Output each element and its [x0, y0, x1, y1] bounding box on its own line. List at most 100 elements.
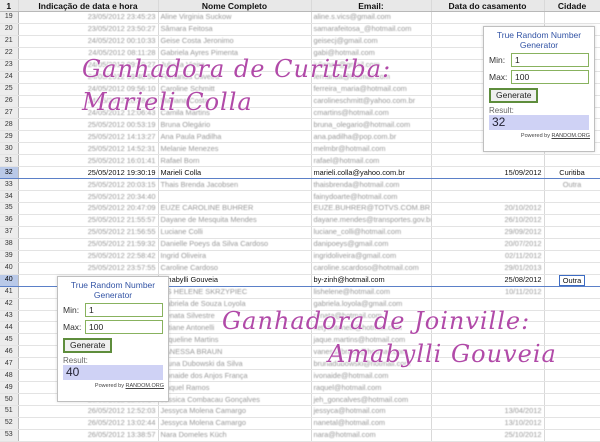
row-number[interactable]: 28	[0, 118, 19, 132]
cell-email[interactable]: by-zinh@hotmail.com	[311, 273, 432, 287]
cell-wedding-date[interactable]	[431, 190, 545, 203]
row-number[interactable]: 21	[0, 35, 19, 48]
cell-name[interactable]: Bruna Dubowski da Silva	[158, 357, 312, 371]
cell-email[interactable]: ana.padilha@pop.com.br	[311, 130, 432, 144]
selected-cell-outline[interactable]: Outra	[558, 275, 586, 286]
row-number[interactable]: 29	[0, 130, 19, 144]
cell-name[interactable]: Jessyca Molena Camargo	[158, 417, 312, 430]
cell-wedding-date[interactable]	[431, 381, 545, 395]
row-number[interactable]: 37	[0, 226, 19, 239]
table-row[interactable]: 34 25/05/2012 20:34:40 fainydoarte@hotmail…	[0, 190, 600, 203]
cell-name[interactable]: LIS HELENE SKRZYPIEC	[158, 286, 312, 299]
cell-timestamp[interactable]: 25/05/2012 23:57:55	[18, 262, 159, 275]
cell-wedding-date[interactable]: 20/10/2012	[431, 202, 545, 215]
cell-city[interactable]	[544, 226, 600, 239]
row-number[interactable]: 25	[0, 83, 19, 96]
cell-wedding-date[interactable]	[431, 154, 545, 168]
table-row[interactable]: 33 25/05/2012 20:03:15 Thais Brenda Jacobs…	[0, 178, 600, 192]
table-row[interactable]: 53 26/05/2012 13:38:57 Nara Domeles Küch na…	[0, 429, 600, 442]
cell-timestamp[interactable]: 25/05/2012 20:47:09	[18, 202, 159, 215]
cell-email[interactable]: fainydoarte@hotmail.com	[311, 190, 432, 203]
cell-name[interactable]: Dayane de Mesquita Mendes	[158, 214, 312, 227]
cell-name[interactable]: EUZE CAROLINE BUHRER	[158, 202, 312, 215]
row-number[interactable]: 46	[0, 345, 19, 359]
cell-wedding-date[interactable]: 02/11/2012	[431, 250, 545, 263]
cell-city[interactable]	[544, 202, 600, 215]
cell-email[interactable]: thaisbrenda@hotmail.com	[311, 178, 432, 192]
rng-generate-button[interactable]: Generate	[489, 88, 539, 103]
cell-city[interactable]	[544, 154, 600, 168]
cell-email[interactable]: melmbr@hotmail.com	[311, 142, 432, 156]
row-number[interactable]: 52	[0, 417, 19, 430]
cell-email[interactable]: ingridoliveira@gmail.com	[311, 250, 432, 263]
cell-timestamp[interactable]: 25/05/2012 22:58:42	[18, 250, 159, 263]
row-number[interactable]: 23	[0, 59, 19, 72]
cell-wedding-date[interactable]	[431, 11, 545, 24]
table-row[interactable]: 38 25/05/2012 21:59:32 Danielle Poeys da S…	[0, 238, 600, 251]
row-number[interactable]: 47	[0, 357, 19, 371]
cell-city[interactable]	[544, 250, 600, 263]
cell-city[interactable]	[544, 405, 600, 418]
cell-email[interactable]: ferreira_maria@hotmail.com	[311, 83, 432, 96]
cell-wedding-date[interactable]: 25/10/2012	[431, 429, 545, 442]
row-number[interactable]: 27	[0, 107, 19, 120]
cell-city[interactable]: Curitiba	[544, 166, 600, 180]
cell-city[interactable]	[544, 417, 600, 430]
row-number[interactable]: 43	[0, 310, 19, 323]
cell-name[interactable]: Rafael Born	[158, 154, 312, 168]
table-row[interactable]: 39 25/05/2012 22:58:42 Ingrid Oliveira ingr…	[0, 250, 600, 263]
cell-city[interactable]	[544, 214, 600, 227]
row-number[interactable]: 48	[0, 369, 19, 383]
column-header-email[interactable]: Email:	[311, 0, 432, 12]
row-number[interactable]: 49	[0, 381, 19, 395]
cell-timestamp[interactable]: 26/05/2012 13:02:44	[18, 417, 159, 430]
cell-name[interactable]: Caroline Cardoso	[158, 262, 312, 275]
cell-timestamp[interactable]: 23/05/2012 23:50:27	[18, 23, 159, 36]
cell-name[interactable]: Ivonaide dos Anjos França	[158, 369, 312, 383]
cell-city[interactable]	[544, 321, 600, 335]
cell-name[interactable]: Jessica Combacau Gonçalves	[158, 393, 312, 406]
row-number[interactable]: 36	[0, 214, 19, 227]
cell-email[interactable]: danipoeys@gmail.com	[311, 238, 432, 251]
rng-powered-link[interactable]: RANDOM.ORG	[126, 383, 165, 389]
cell-email[interactable]: dayane.mendes@transportes.gov.br	[311, 214, 432, 227]
cell-wedding-date[interactable]	[431, 178, 545, 192]
cell-city[interactable]	[544, 393, 600, 406]
cell-timestamp[interactable]: 25/05/2012 21:55:57	[18, 214, 159, 227]
cell-city[interactable]	[544, 298, 600, 311]
cell-name[interactable]: Aline Virginia Suckow	[158, 11, 312, 24]
row-number[interactable]: 44	[0, 321, 19, 335]
row-number[interactable]: 24	[0, 71, 19, 84]
cell-timestamp[interactable]: 23/05/2012 23:45:23	[18, 11, 159, 24]
rng-max-input[interactable]: 100	[85, 320, 163, 334]
cell-name[interactable]: Jessyca Molena Camargo	[158, 405, 312, 418]
cell-email[interactable]: cmartins@hotmail.com	[311, 107, 432, 120]
cell-name[interactable]: Raquel Ramos	[158, 381, 312, 395]
cell-name[interactable]: Amabylli Gouveia	[158, 273, 312, 287]
row-number[interactable]: 41	[0, 286, 19, 299]
cell-timestamp[interactable]: 24/05/2012 00:10:33	[18, 35, 159, 48]
table-row[interactable]: 19 23/05/2012 23:45:23 Aline Virginia Suck…	[0, 11, 600, 24]
cell-email[interactable]: aline.s.vics@gmail.com	[311, 11, 432, 24]
cell-email[interactable]: rafael@hotmail.com	[311, 154, 432, 168]
cell-city[interactable]	[544, 190, 600, 203]
row-number[interactable]: 35	[0, 202, 19, 215]
row-number[interactable]: 34	[0, 190, 19, 203]
row-number[interactable]: 42	[0, 298, 19, 311]
cell-timestamp[interactable]: 25/05/2012 20:34:40	[18, 190, 159, 203]
row-number[interactable]: 53	[0, 429, 19, 442]
rng-max-input[interactable]: 100	[511, 70, 589, 84]
cell-name[interactable]: Ingrid Oliveira	[158, 250, 312, 263]
cell-email[interactable]: luciane_colli@hotmail.com	[311, 226, 432, 239]
cell-wedding-date[interactable]: 13/04/2012	[431, 405, 545, 418]
cell-email[interactable]: EUZE.BUHRER@TOTVS.COM.BR	[311, 202, 432, 215]
cell-city[interactable]	[544, 262, 600, 275]
row-number[interactable]: 26	[0, 95, 19, 108]
cell-timestamp[interactable]: 25/05/2012 14:52:31	[18, 142, 159, 156]
column-header-name[interactable]: Nome Completo	[158, 0, 312, 12]
table-row[interactable]: 31 25/05/2012 16:01:41 Rafael Born rafael@h…	[0, 154, 600, 168]
table-row-winner[interactable]: 32 25/05/2012 19:30:19 Marieli Colla mariel…	[0, 166, 600, 180]
cell-name[interactable]: Thais Brenda Jacobsen	[158, 178, 312, 192]
cell-email[interactable]: nara@hotmail.com	[311, 429, 432, 442]
cell-email[interactable]: samarafeitosa_@hotmail.com	[311, 23, 432, 36]
